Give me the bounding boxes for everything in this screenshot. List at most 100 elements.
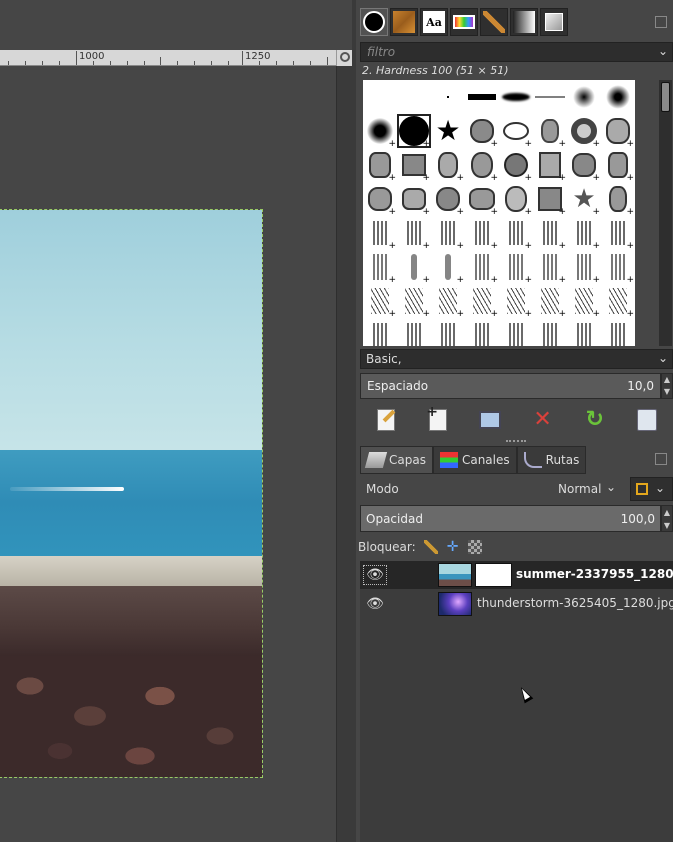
spacing-stepper[interactable]: ▲ ▼	[661, 373, 673, 399]
brush-pixel[interactable]	[431, 80, 465, 114]
tab-brushes[interactable]	[360, 8, 388, 36]
brush-spark-3[interactable]: +	[431, 284, 465, 319]
brush-spark-16[interactable]	[601, 318, 635, 346]
brush-xmas-1[interactable]: +	[363, 148, 397, 183]
brush-wreath[interactable]: +	[567, 114, 601, 149]
brush-soft-2[interactable]	[601, 80, 635, 114]
brush-grass-4[interactable]: +	[465, 216, 499, 251]
brush-spark-1[interactable]: +	[363, 284, 397, 319]
opacity-stepper[interactable]: ▲ ▼	[661, 505, 673, 532]
layer-name[interactable]: thunderstorm-3625405_1280.jpg	[477, 596, 673, 610]
brush-soft-3[interactable]: +	[363, 114, 397, 149]
brush-grass-12[interactable]: +	[465, 250, 499, 285]
layer-row-summer[interactable]: 👁 summer-2337955_1280.j	[360, 561, 673, 589]
chevron-down-icon[interactable]: ⌄	[658, 351, 668, 365]
tab-paths[interactable]: Rutas	[516, 446, 587, 474]
brush-grass-6[interactable]: +	[533, 216, 567, 251]
navigate-button[interactable]	[336, 50, 352, 66]
dock-menu-button[interactable]	[655, 453, 667, 465]
brush-grass-10[interactable]: +	[397, 250, 431, 285]
brush-hardness-100[interactable]: +	[397, 114, 431, 149]
brush-xmas-12[interactable]: +	[465, 182, 499, 217]
vertical-scrollbar[interactable]	[336, 66, 352, 842]
layer-name[interactable]: summer-2337955_1280.j	[516, 567, 673, 581]
brush-star[interactable]: ★	[431, 114, 465, 148]
brush-spark-14[interactable]	[533, 318, 567, 346]
tab-gradients[interactable]	[510, 8, 538, 36]
brush-grass-3[interactable]: +	[431, 216, 465, 251]
brush-grass-13[interactable]: +	[499, 250, 533, 285]
brush-line[interactable]	[533, 80, 567, 114]
brush-ellipse[interactable]	[499, 80, 533, 114]
brush-spark-10[interactable]	[397, 318, 431, 346]
brush-spark-5[interactable]: +	[499, 284, 533, 319]
lock-alpha-icon[interactable]	[467, 540, 482, 554]
brush-xmas-10[interactable]: +	[397, 182, 431, 217]
brush-xmas-9[interactable]: +	[363, 182, 397, 217]
image-layer-summer[interactable]	[0, 209, 263, 778]
tab-palettes[interactable]	[450, 8, 478, 36]
layer-row-thunderstorm[interactable]: 👁 thunderstorm-3625405_1280.jpg	[360, 590, 673, 618]
brush-tag-combo[interactable]: Basic, ⌄	[360, 349, 673, 369]
brush-spark-2[interactable]: +	[397, 284, 431, 319]
brush-block[interactable]	[465, 80, 499, 114]
tab-tool-presets[interactable]	[480, 8, 508, 36]
brush-grass-1[interactable]: +	[363, 216, 397, 251]
brush-xmas-14[interactable]: +	[533, 182, 567, 217]
brush-grass-14[interactable]: +	[533, 250, 567, 285]
brush-grid[interactable]: + + ★ + + + + + + + + + + + + + + + + + …	[363, 80, 635, 346]
brush-grass-9[interactable]: +	[363, 250, 397, 285]
image-canvas-area[interactable]: 1000 1250	[0, 0, 352, 842]
composite-mode-button[interactable]: ⌄	[630, 477, 673, 501]
brush-spark-12[interactable]	[465, 318, 499, 346]
delete-brush-button[interactable]: ✕	[530, 407, 556, 433]
brush-grass-7[interactable]: +	[567, 216, 601, 251]
brush-xmas-13[interactable]: +	[499, 182, 533, 217]
brush-xmas-4[interactable]: +	[465, 148, 499, 183]
brush-spark-4[interactable]: +	[465, 284, 499, 319]
dock-separator[interactable]	[506, 440, 526, 443]
tab-channels[interactable]: Canales	[432, 446, 517, 474]
open-as-image-button[interactable]	[634, 407, 660, 433]
tab-fonts[interactable]: Aa	[420, 8, 448, 36]
brush-spark-11[interactable]	[431, 318, 465, 346]
brush-santa[interactable]: +	[601, 114, 635, 149]
brush-grid-scrollbar[interactable]	[659, 80, 672, 346]
brush-grass-11[interactable]: +	[431, 250, 465, 285]
layer-mask-thumbnail[interactable]	[475, 563, 512, 587]
duplicate-brush-button[interactable]	[477, 407, 503, 433]
mode-select[interactable]: Normal	[558, 482, 601, 496]
tab-patterns[interactable]	[390, 8, 418, 36]
opacity-slider[interactable]: Opacidad 100,0	[360, 505, 661, 532]
brush-filter-input[interactable]: filtro ⌄	[360, 42, 673, 62]
chevron-down-icon[interactable]: ⌄	[606, 480, 616, 494]
brush-grass-2[interactable]: +	[397, 216, 431, 251]
spacing-slider[interactable]: Espaciado 10,0	[360, 373, 661, 399]
brush-pepper-1[interactable]: +	[465, 114, 499, 149]
new-brush-button[interactable]: +	[425, 404, 451, 433]
brush-xmas-7[interactable]: +	[567, 148, 601, 183]
refresh-brushes-button[interactable]: ↻	[582, 407, 608, 433]
tab-images[interactable]	[540, 8, 568, 36]
brush-xmas-11[interactable]: +	[431, 182, 465, 217]
brush-xmas-6[interactable]: +	[533, 148, 567, 183]
eye-icon[interactable]: 👁	[362, 564, 388, 586]
brush-xmas-3[interactable]: +	[431, 148, 465, 183]
eye-icon[interactable]: 👁	[362, 593, 388, 615]
tab-layers[interactable]: Capas	[360, 446, 433, 474]
brush-grass-16[interactable]: +	[601, 250, 635, 285]
brush-spark-15[interactable]	[567, 318, 601, 346]
dock-menu-button[interactable]	[655, 16, 667, 28]
brush-spark-8[interactable]: +	[601, 284, 635, 319]
brush-spark-13[interactable]	[499, 318, 533, 346]
layer-list[interactable]: 👁 summer-2337955_1280.j 👁 thunderstorm-3…	[360, 561, 673, 842]
brush-xmas-2[interactable]: +	[397, 148, 431, 183]
brush-xmas-15[interactable]: ★ +	[567, 182, 601, 217]
lock-pixels-icon[interactable]	[423, 540, 438, 554]
chevron-down-icon[interactable]: ⌄	[658, 44, 668, 58]
brush-soft-1[interactable]	[567, 80, 601, 114]
brush-pepper-3[interactable]: +	[533, 114, 567, 149]
brush-grass-15[interactable]: +	[567, 250, 601, 285]
brush-spark-7[interactable]: +	[567, 284, 601, 319]
edit-brush-button[interactable]	[373, 407, 399, 433]
